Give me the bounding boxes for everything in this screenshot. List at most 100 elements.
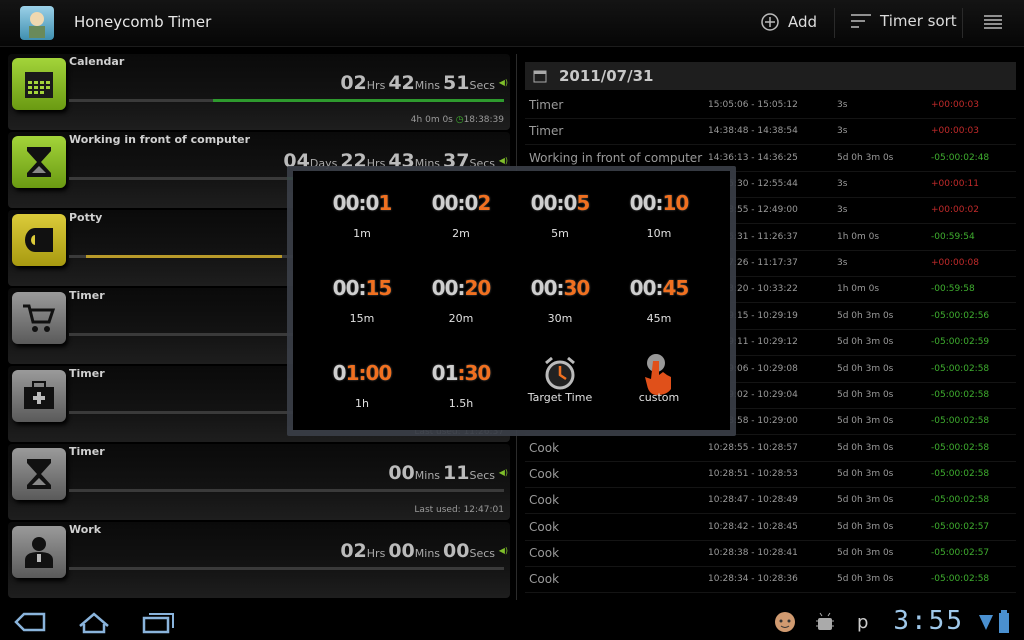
timer-name: Work [69, 523, 102, 536]
history-row[interactable]: Timer 15:05:06 - 15:05:12 3s +00:00:03 [525, 92, 1016, 119]
history-row[interactable]: Cook 10:28:55 - 10:28:57 5d 0h 3m 0s -05:00… [525, 435, 1016, 462]
preset-target-time[interactable]: Target Time [514, 356, 606, 404]
timer-name: Potty [69, 211, 103, 224]
alarm-clock-icon [545, 356, 575, 390]
timer-subtext: Last used: 12:47:01 [414, 505, 504, 515]
preset-1m[interactable]: 00:01 1m [316, 191, 408, 240]
preset-digits: 00:02 [431, 191, 492, 215]
history-range: 10:28:38 - 10:28:41 [708, 547, 798, 558]
history-diff: +00:00:02 [931, 205, 979, 216]
preset-20m[interactable]: 00:20 20m [415, 276, 507, 325]
speaker-icon: ◀) [498, 156, 508, 165]
history-diff: -05:00:02:58 [931, 495, 990, 506]
history-diff: +00:00:08 [931, 258, 979, 269]
history-duration: 5d 0h 3m 0s [837, 337, 894, 348]
separator [962, 8, 963, 38]
history-row[interactable]: Cook 10:28:42 - 10:28:45 5d 0h 3m 0s -05:00… [525, 514, 1016, 541]
timer-icon-button[interactable] [12, 58, 66, 110]
timer-icon-button[interactable] [12, 214, 66, 266]
history-name: Cook [529, 466, 560, 481]
preset-digits: 00:45 [629, 276, 690, 300]
timer-row[interactable]: Timer 00Mins 11Secs ◀) Last used: 12:47:01 [8, 444, 510, 520]
first-aid-kit-icon [24, 381, 54, 409]
preset-digits: 01:00 [332, 361, 393, 385]
preset-label: custom [638, 391, 680, 404]
android-debug-icon[interactable] [814, 612, 836, 632]
timer-name: Timer [69, 445, 105, 458]
history-date-header: 2011/07/31 [525, 62, 1016, 90]
timer-icon-button[interactable] [12, 370, 66, 422]
preset-label: 1m [353, 227, 371, 240]
preset-label: Target Time [527, 391, 593, 404]
history-duration: 5d 0h 3m 0s [837, 442, 894, 453]
timer-end-time: 18:38:39 [463, 115, 504, 125]
timer-progress-fill [86, 255, 283, 258]
preset-15m[interactable]: 00:15 15m [316, 276, 408, 325]
history-name: Timer [529, 124, 564, 139]
history-diff: +00:00:03 [931, 100, 979, 110]
timer-row[interactable]: Work 02Hrs 00Mins 00Secs ◀) [8, 522, 510, 598]
wifi-icon [979, 615, 993, 630]
speaker-icon: ◀) [498, 78, 508, 87]
add-label: Add [788, 13, 818, 31]
history-name: Cook [529, 440, 560, 455]
timer-progress-track [69, 489, 504, 492]
preset-label: 30m [547, 312, 573, 325]
recent-apps-icon [142, 613, 174, 634]
sort-icon [851, 14, 871, 28]
home-button[interactable] [76, 608, 112, 640]
history-diff: -05:00:02:59 [931, 337, 990, 348]
hourglass-icon [27, 459, 51, 489]
history-range: 14:36:13 - 14:36:25 [708, 152, 798, 163]
history-range: 10:28:55 - 10:28:57 [708, 442, 798, 453]
calendar-small-icon [533, 70, 547, 83]
timer-row[interactable]: Calendar 02Hrs 42Mins 51Secs ◀) 4h 0m 0s ◷18:… [8, 54, 510, 130]
preset-2m[interactable]: 00:02 2m [415, 191, 507, 240]
preset-10m[interactable]: 00:10 10m [613, 191, 705, 240]
preset-digits: 00:20 [431, 276, 492, 300]
preset-5m[interactable]: 00:05 5m [514, 191, 606, 240]
history-duration: 5d 0h 3m 0s [837, 468, 894, 479]
timer-progress-fill [212, 99, 504, 102]
timer-icon-button[interactable] [12, 448, 66, 500]
history-duration: 5d 0h 3m 0s [837, 416, 894, 427]
timer-icon-button[interactable] [12, 292, 66, 344]
app-logo-icon[interactable] [20, 6, 54, 40]
menu-icon [984, 15, 1002, 29]
history-name: Cook [529, 493, 560, 508]
history-row[interactable]: Cook 10:28:34 - 10:28:36 5d 0h 3m 0s -05:00… [525, 566, 1016, 594]
overflow-menu-button[interactable] [982, 14, 1004, 30]
timer-name: Timer [69, 289, 105, 302]
history-row[interactable]: Timer 14:38:48 - 14:38:54 3s +00:00:03 [525, 118, 1016, 146]
plus-circle-icon [761, 13, 779, 31]
history-name: Working in front of computer [529, 150, 703, 165]
history-range: 10:28:47 - 10:28:49 [708, 495, 798, 506]
history-row[interactable]: Cook 10:28:47 - 10:28:49 5d 0h 3m 0s -05:00… [525, 487, 1016, 515]
timer-icon-button[interactable] [12, 136, 66, 188]
history-row[interactable]: Cook 10:28:51 - 10:28:53 5d 0h 3m 0s -05:00… [525, 461, 1016, 488]
timer-subtext-value: 4h 0m 0s [410, 115, 453, 125]
history-row[interactable]: Cook 10:28:38 - 10:28:41 5d 0h 3m 0s -05:00… [525, 540, 1016, 567]
preset-digits: 00:05 [530, 191, 591, 215]
history-duration: 5d 0h 3m 0s [837, 574, 894, 585]
timer-remaining: 02Hrs 42Mins 51Secs [340, 72, 495, 94]
preset-30m[interactable]: 00:30 30m [514, 276, 606, 325]
preset-label: 5m [551, 227, 569, 240]
back-button[interactable] [12, 608, 48, 640]
timer-icon-button[interactable] [12, 526, 66, 578]
recent-apps-button[interactable] [140, 608, 176, 640]
preset-45m[interactable]: 00:45 45m [613, 276, 705, 325]
history-duration: 3s [837, 100, 848, 110]
history-date: 2011/07/31 [559, 67, 654, 85]
history-name: Timer [529, 98, 564, 112]
timer-sort-button[interactable]: Timer sort [850, 12, 957, 30]
status-clock[interactable]: 3:55 [893, 606, 964, 636]
preset-custom[interactable]: custom [613, 354, 705, 404]
preset-1h[interactable]: 01:00 1h [316, 361, 408, 410]
preset-timer-dialog: 00:01 1m 00:02 2m 00:05 5m 00:10 10m 00:15 15m 00:… [287, 166, 736, 436]
p-notification-icon[interactable]: p [856, 612, 872, 632]
baby-face-notification-icon[interactable] [772, 610, 798, 634]
preset-1-5h[interactable]: 01:30 1.5h [415, 361, 507, 410]
history-duration: 5d 0h 3m 0s [837, 521, 894, 532]
add-button[interactable]: Add [760, 12, 817, 32]
